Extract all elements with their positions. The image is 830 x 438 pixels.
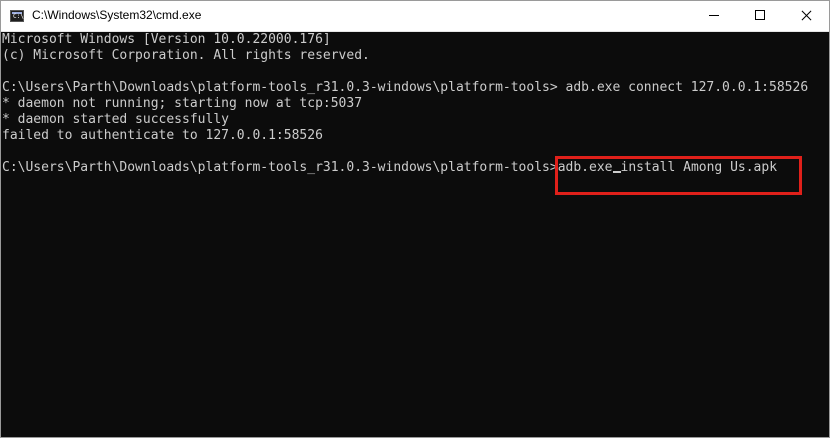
console-line: failed to authenticate to 127.0.0.1:5852… xyxy=(2,128,323,143)
minimize-button[interactable] xyxy=(691,1,737,31)
console-line: * daemon not running; starting now at tc… xyxy=(2,96,363,111)
window-title: C:\Windows\System32\cmd.exe xyxy=(32,8,202,22)
cmd-icon: C:\ xyxy=(10,10,24,22)
cmd-window: C:\ C:\Windows\System32\cmd.exe Microsof… xyxy=(0,0,830,438)
console-line: (c) Microsoft Corporation. All rights re… xyxy=(2,48,370,63)
console-line: C:\Users\Parth\Downloads\platform-tools_… xyxy=(2,80,809,95)
console-line: * daemon started successfully xyxy=(2,112,229,127)
title-bar[interactable]: C:\ C:\Windows\System32\cmd.exe xyxy=(1,1,829,32)
highlight-box xyxy=(555,156,802,195)
close-button[interactable] xyxy=(783,1,829,31)
console-output[interactable]: Microsoft Windows [Version 10.0.22000.17… xyxy=(1,32,829,437)
maximize-button[interactable] xyxy=(737,1,783,31)
console-line: Microsoft Windows [Version 10.0.22000.17… xyxy=(2,32,331,47)
current-prompt: C:\Users\Parth\Downloads\platform-tools_… xyxy=(2,160,558,175)
